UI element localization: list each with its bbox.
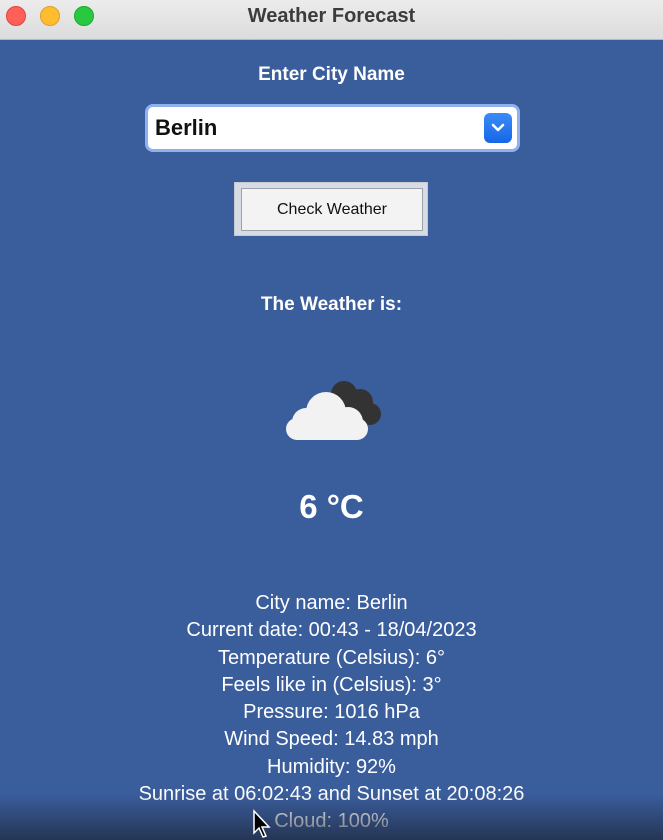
detail-city-name: City name: Berlin (255, 592, 408, 614)
check-weather-button-frame: Check Weather (234, 182, 428, 236)
temperature-display: 6 °C (299, 488, 364, 525)
partly-cloudy-icon (286, 381, 381, 440)
city-combobox-value[interactable]: Berlin (155, 115, 217, 141)
window-title: Weather Forecast (247, 5, 416, 27)
detail-cloud: Cloud: 100% (274, 810, 389, 833)
city-label: Enter City Name (258, 64, 405, 85)
detail-temperature: Temperature (Celsius): 6° (218, 646, 445, 669)
detail-current-date: Current date: 00:43 - 18/04/2023 (186, 619, 477, 642)
chevron-down-icon[interactable] (484, 113, 512, 143)
title-bar: Weather Forecast (0, 0, 663, 40)
weather-heading: The Weather is: (260, 294, 403, 315)
check-weather-button[interactable]: Check Weather (241, 188, 423, 231)
mouse-cursor-icon (253, 809, 271, 838)
detail-sunrise-sunset: Sunrise at 06:02:43 and Sunset at 20:08:… (138, 783, 525, 806)
detail-wind-speed: Wind Speed: 14.83 mph (224, 728, 439, 751)
detail-humidity: Humidity: 92% (267, 755, 396, 778)
weather-details: City name: Berlin Current date: 00:43 - … (0, 590, 663, 836)
detail-feels-like: Feels like in (Celsius): 3° (221, 673, 442, 696)
detail-pressure: Pressure: 1016 hPa (243, 701, 420, 724)
city-combobox[interactable]: Berlin (148, 107, 517, 149)
